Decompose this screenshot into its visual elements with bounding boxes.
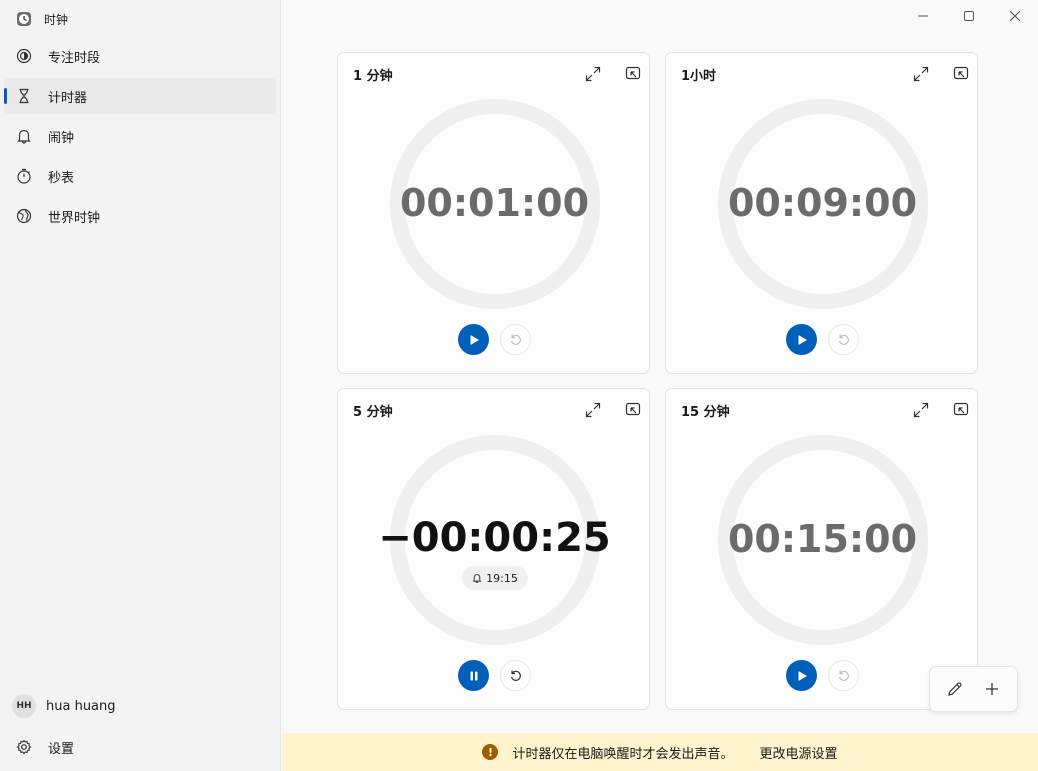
keep-on-top-button[interactable] xyxy=(950,399,972,421)
power-warning-banner: ! 计时器仅在电脑唤醒时才会发出声音。 更改电源设置 xyxy=(282,733,1038,771)
sidebar-item-label: 秒表 xyxy=(48,170,75,186)
bell-icon xyxy=(472,573,482,583)
expand-icon xyxy=(913,66,929,82)
expand-icon xyxy=(585,66,601,82)
keep-on-top-button[interactable] xyxy=(950,63,972,85)
keep-on-top-icon xyxy=(625,402,641,416)
expand-button[interactable] xyxy=(910,399,932,421)
change-power-settings-link[interactable]: 更改电源设置 xyxy=(760,743,838,762)
timer-title: 15 分钟 xyxy=(681,405,730,420)
timer-display: 00:09:00 xyxy=(727,181,918,225)
timer-title: 5 分钟 xyxy=(353,405,393,420)
maximize-icon xyxy=(964,11,974,21)
window-controls xyxy=(900,0,1038,32)
reset-button[interactable] xyxy=(500,324,531,355)
stopwatch-icon xyxy=(16,168,32,184)
timer-display: −00:00:25 xyxy=(378,515,611,561)
add-timer-button[interactable] xyxy=(977,674,1007,704)
banner-message: 计时器仅在电脑唤醒时才会发出声音。 xyxy=(512,746,734,762)
sidebar: 时钟 专注时段 计时器 闹钟 秒表 世界时钟 HH hua huang 设置 xyxy=(0,0,281,771)
keep-on-top-button[interactable] xyxy=(622,399,644,421)
pause-button[interactable] xyxy=(458,660,489,691)
plus-icon xyxy=(986,683,999,695)
sidebar-item-timer[interactable]: 计时器 xyxy=(4,78,276,114)
reset-icon xyxy=(510,334,521,345)
account-button[interactable]: HH hua huang xyxy=(12,693,116,719)
sidebar-item-world-clock[interactable]: 世界时钟 xyxy=(4,198,276,234)
sidebar-item-label: 计时器 xyxy=(48,90,88,106)
sidebar-item-focus[interactable]: 专注时段 xyxy=(4,38,276,74)
sidebar-item-stopwatch[interactable]: 秒表 xyxy=(4,158,276,194)
timer-title: 1 分钟 xyxy=(353,69,393,84)
clock-app-icon xyxy=(16,11,32,27)
expand-icon xyxy=(913,402,929,418)
timer-actions-bar xyxy=(929,666,1018,712)
warning-icon: ! xyxy=(482,744,499,760)
alarm-time-badge: 19:15 xyxy=(462,566,528,590)
minimize-icon xyxy=(918,15,928,17)
reset-button[interactable] xyxy=(828,660,859,691)
settings-button[interactable]: 设置 xyxy=(16,737,74,757)
timer-display: 00:15:00 xyxy=(727,517,918,561)
expand-button[interactable] xyxy=(910,63,932,85)
reset-icon xyxy=(838,334,849,345)
maximize-button[interactable] xyxy=(946,0,992,32)
focus-icon xyxy=(16,48,32,64)
app-title-bar: 时钟 xyxy=(16,10,68,28)
reset-icon xyxy=(838,670,849,681)
close-button[interactable] xyxy=(992,0,1038,32)
avatar: HH xyxy=(12,694,36,718)
sidebar-item-label: 闹钟 xyxy=(48,130,75,146)
play-icon xyxy=(470,334,479,345)
keep-on-top-icon xyxy=(953,402,969,416)
timer-display: 00:01:00 xyxy=(399,181,590,225)
start-button[interactable] xyxy=(458,324,489,355)
gear-icon xyxy=(16,739,32,755)
play-icon xyxy=(798,670,807,681)
pencil-icon xyxy=(947,682,962,696)
close-icon xyxy=(1010,11,1020,21)
reset-button[interactable] xyxy=(828,324,859,355)
start-button[interactable] xyxy=(786,324,817,355)
alarm-time: 19:15 xyxy=(486,571,518,585)
sidebar-item-label: 专注时段 xyxy=(48,50,101,66)
expand-button[interactable] xyxy=(582,399,604,421)
account-name: hua huang xyxy=(46,698,116,714)
hourglass-icon xyxy=(16,88,32,104)
timer-card: 1 分钟 00:01:00 xyxy=(337,52,650,374)
sidebar-item-label: 世界时钟 xyxy=(48,210,101,226)
play-icon xyxy=(798,334,807,345)
timer-card: 1小时 00:09:00 xyxy=(665,52,978,374)
edit-timers-button[interactable] xyxy=(940,674,970,704)
timer-title: 1小时 xyxy=(681,69,717,84)
keep-on-top-icon xyxy=(953,66,969,80)
bell-icon xyxy=(16,128,32,144)
reset-button[interactable] xyxy=(500,660,531,691)
sidebar-item-alarm[interactable]: 闹钟 xyxy=(4,118,276,154)
expand-button[interactable] xyxy=(582,63,604,85)
start-button[interactable] xyxy=(786,660,817,691)
keep-on-top-button[interactable] xyxy=(622,63,644,85)
timer-card: 5 分钟 −00:00:25 19:15 xyxy=(337,388,650,710)
minimize-button[interactable] xyxy=(900,0,946,32)
nav-list: 专注时段 计时器 闹钟 秒表 世界时钟 xyxy=(4,38,276,238)
globe-icon xyxy=(16,208,32,224)
keep-on-top-icon xyxy=(625,66,641,80)
reset-icon xyxy=(510,670,521,681)
expand-icon xyxy=(585,402,601,418)
timer-card: 15 分钟 00:15:00 xyxy=(665,388,978,710)
app-title: 时钟 xyxy=(44,12,69,27)
settings-label: 设置 xyxy=(48,741,75,757)
pause-icon xyxy=(470,671,477,680)
